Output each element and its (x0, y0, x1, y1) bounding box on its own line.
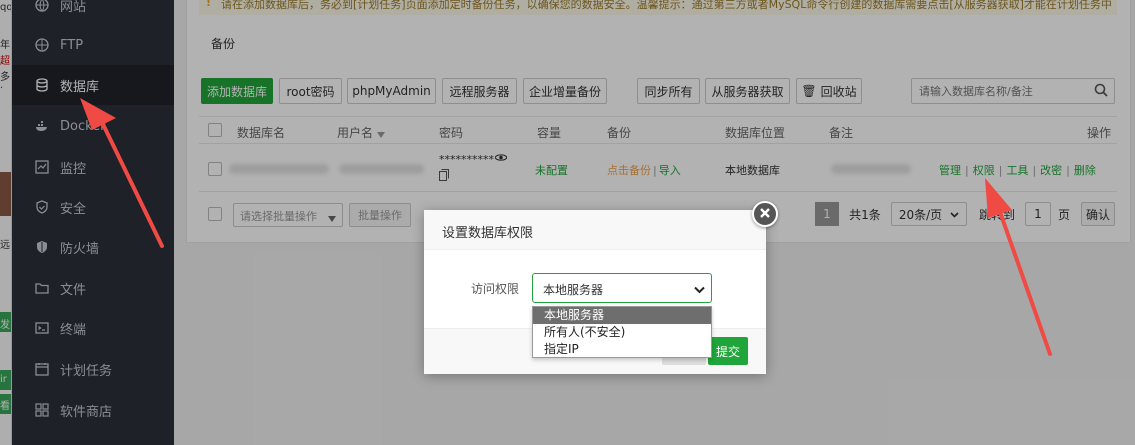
option-everyone-unsafe[interactable]: 所有人(不安全) (533, 324, 711, 341)
close-icon (759, 207, 771, 222)
access-select-value: 本地服务器 (543, 283, 604, 297)
chevron-down-icon (694, 283, 705, 297)
submit-button[interactable]: 提交 (708, 337, 748, 365)
option-specified-ip[interactable]: 指定IP (533, 341, 711, 358)
option-local-server[interactable]: 本地服务器 (533, 307, 711, 324)
access-permission-select[interactable]: 本地服务器 (532, 273, 712, 303)
access-options-list: 本地服务器 所有人(不安全) 指定IP (532, 306, 712, 358)
access-permission-label: 访问权限 (471, 282, 520, 296)
modal-close-button[interactable] (752, 201, 778, 227)
modal-title: 设置数据库权限 (424, 210, 766, 250)
